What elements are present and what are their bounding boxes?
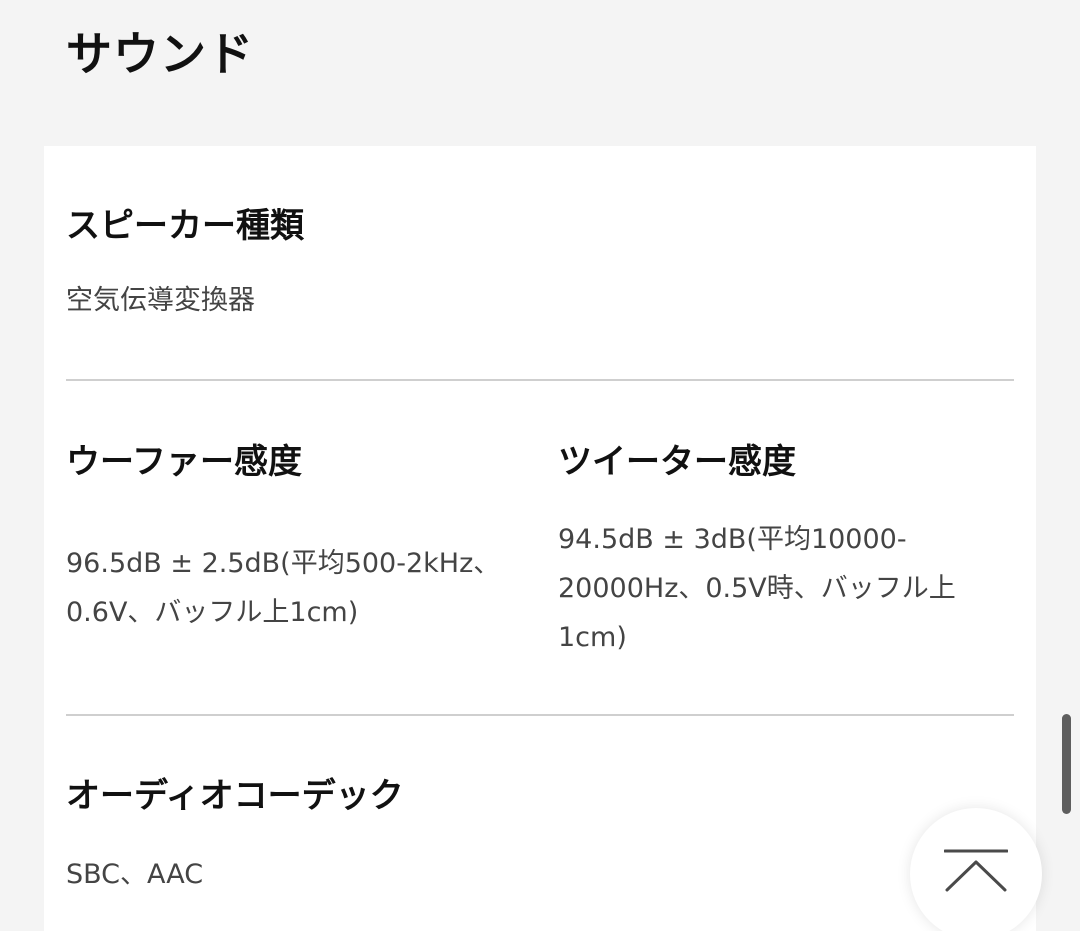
section-title: サウンド: [66, 27, 254, 81]
audio-codec-value: SBC、AAC: [66, 859, 204, 890]
speaker-type-label: スピーカー種類: [66, 206, 304, 246]
tweeter-sensitivity-value-line-2: 20000Hz、0.5V時、バッフル上: [558, 573, 956, 604]
spec-card: スピーカー種類 空気伝導変換器 ウーファー感度 96.5dB ± 2.5dB(平…: [44, 146, 1036, 931]
scrollbar-thumb[interactable]: [1062, 714, 1071, 814]
woofer-sensitivity-value-line-2: 0.6V、バッフル上1cm): [66, 597, 359, 628]
woofer-sensitivity-value-line-1: 96.5dB ± 2.5dB(平均500-2kHz、: [66, 548, 501, 579]
tweeter-sensitivity-value-line-1: 94.5dB ± 3dB(平均10000-: [558, 524, 907, 555]
woofer-sensitivity-label: ウーファー感度: [66, 442, 302, 482]
page: サウンド スピーカー種類 空気伝導変換器 ウーファー感度 96.5dB ± 2.…: [0, 0, 1080, 931]
woofer-sensitivity-value: 96.5dB ± 2.5dB(平均500-2kHz、 0.6V、バッフル上1cm…: [66, 539, 500, 637]
tweeter-sensitivity-value-line-3: 1cm): [558, 622, 627, 653]
divider: [66, 379, 1014, 381]
back-to-top-button[interactable]: [910, 808, 1042, 931]
tweeter-sensitivity-value: 94.5dB ± 3dB(平均10000- 20000Hz、0.5V時、バッフル…: [558, 515, 956, 662]
divider: [66, 714, 1014, 716]
tweeter-sensitivity-label: ツイーター感度: [558, 442, 796, 482]
speaker-type-value: 空気伝導変換器: [66, 285, 255, 316]
chevron-up-icon: [944, 849, 1008, 892]
audio-codec-label: オーディオコーデック: [66, 776, 404, 816]
